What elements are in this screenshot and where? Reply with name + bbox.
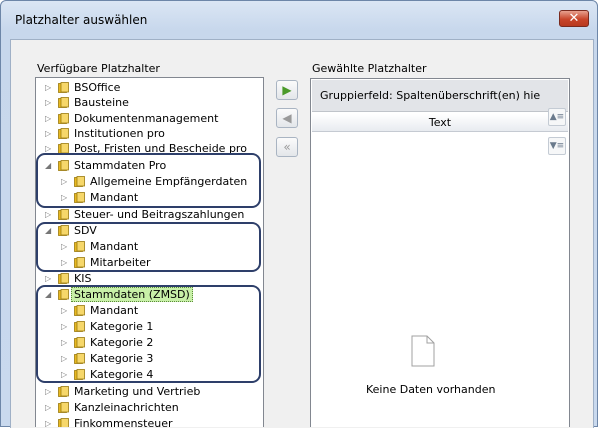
tree-item[interactable]: ▷ Steuer- und Beitragszahlungen	[36, 207, 263, 222]
expand-arrow-icon[interactable]: ▷	[45, 95, 53, 110]
dialog-title: Platzhalter auswählen	[15, 13, 148, 27]
tree-item-label: KIS	[74, 272, 92, 285]
tree-item-label: BSOffice	[74, 81, 121, 94]
highlight-stammdaten-zmsd	[36, 285, 261, 383]
move-up-button[interactable]: ▲≡	[548, 108, 566, 126]
tree-item-label: Finkommensteuer	[74, 417, 173, 427]
folder-icon	[58, 386, 69, 397]
tree-item-label: Institutionen pro	[74, 127, 165, 140]
folder-icon	[58, 113, 69, 124]
move-down-icon: ▼≡	[549, 141, 565, 151]
tree-item[interactable]: ▷ Marketing und Vertrieb	[36, 384, 263, 399]
group-panel: Gruppierfeld: Spaltenüberschrift(en) hie	[312, 80, 568, 112]
highlight-sdv	[36, 222, 261, 272]
tree-item[interactable]: ▷ Bausteine	[36, 95, 263, 110]
tree-item[interactable]: ▷ Dokumentenmanagement	[36, 111, 263, 126]
add-button[interactable]: ▶	[276, 80, 298, 100]
move-down-button[interactable]: ▼≡	[548, 137, 566, 155]
tree-item[interactable]: ▷ Institutionen pro	[36, 126, 263, 141]
folder-icon	[58, 97, 69, 108]
folder-icon	[58, 209, 69, 220]
expand-arrow-icon[interactable]: ▷	[45, 126, 53, 141]
expand-arrow-icon[interactable]: ▷	[45, 400, 53, 415]
close-button[interactable]: ✕	[559, 10, 589, 27]
tree-item[interactable]: ▷ Finkommensteuer	[36, 416, 263, 427]
expand-arrow-icon[interactable]: ▷	[45, 384, 53, 399]
tree-item-label: Marketing und Vertrieb	[74, 385, 201, 398]
tree-item[interactable]: ▷ Kanzleinachrichten	[36, 400, 263, 415]
tree-item-label: Steuer- und Beitragszahlungen	[74, 208, 245, 221]
expand-arrow-icon[interactable]: ▷	[45, 207, 53, 222]
double-arrow-left-icon: «	[283, 140, 291, 154]
tree-item-label: Bausteine	[74, 96, 129, 109]
empty-text: Keine Daten vorhanden	[366, 383, 496, 396]
folder-icon	[58, 273, 69, 284]
tree-item[interactable]: ▷ BSOffice	[36, 80, 263, 95]
available-label: Verfügbare Platzhalter	[37, 62, 160, 75]
column-header-text[interactable]: Text	[312, 114, 568, 132]
expand-arrow-icon[interactable]: ▷	[45, 111, 53, 126]
arrow-right-icon: ▶	[282, 83, 292, 97]
tree-item[interactable]: ▷ KIS	[36, 271, 263, 286]
remove-all-button[interactable]: «	[276, 137, 298, 157]
folder-icon	[58, 402, 69, 413]
folder-icon	[58, 418, 69, 427]
move-up-icon: ▲≡	[549, 112, 565, 122]
arrow-left-icon: ◀	[282, 111, 292, 125]
folder-icon	[58, 82, 69, 93]
highlight-stammdaten-pro	[36, 153, 261, 208]
expand-arrow-icon[interactable]: ▷	[45, 80, 53, 95]
document-icon	[411, 335, 435, 370]
selected-label: Gewählte Platzhalter	[312, 62, 427, 75]
remove-button[interactable]: ◀	[276, 108, 298, 128]
tree-item-label: Dokumentenmanagement	[74, 112, 219, 125]
expand-arrow-icon[interactable]: ▷	[45, 416, 53, 427]
tree-item-label: Kanzleinachrichten	[74, 401, 179, 414]
folder-icon	[58, 128, 69, 139]
expand-arrow-icon[interactable]: ▷	[45, 271, 53, 286]
